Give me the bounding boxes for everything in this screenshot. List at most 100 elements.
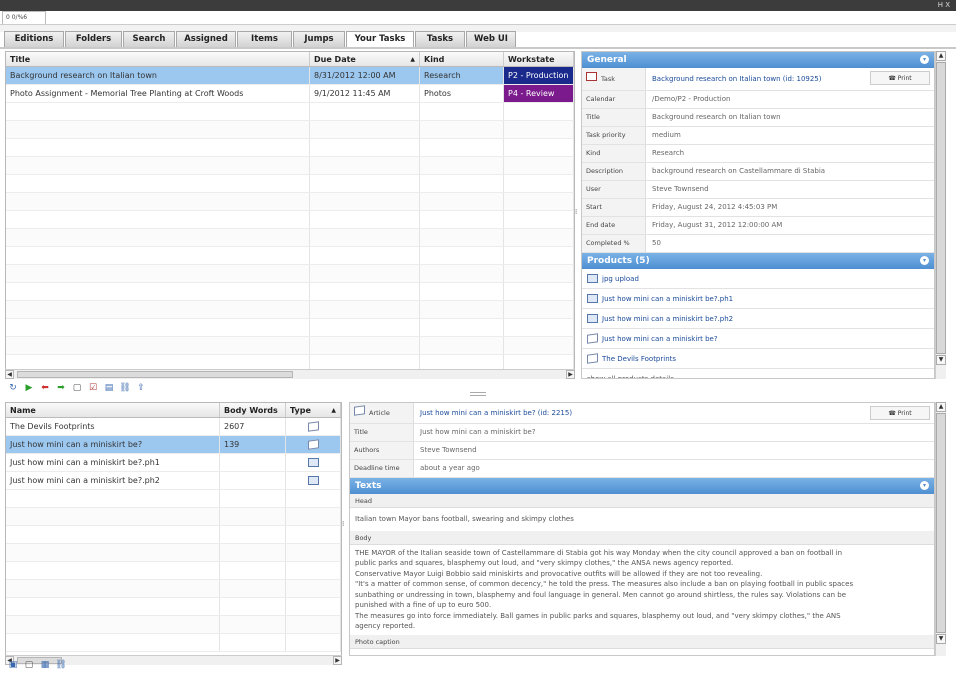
task-due: 8/31/2012 12:00 AM [310,67,420,84]
horizontal-splitter-handle[interactable] [470,392,486,396]
tab-assigned[interactable]: Assigned [176,31,236,47]
tab-jumps[interactable]: Jumps [293,31,345,47]
property-label: Kind [582,145,646,162]
scroll-thumb[interactable] [936,62,946,354]
article-icon [587,353,598,364]
scroll-right-icon[interactable]: ▶ [333,656,342,665]
col-kind[interactable]: Kind [420,52,504,66]
product-item[interactable]: Just how mini can a miniskirt be?.ph2 [582,309,934,329]
table-row[interactable]: Just how mini can a miniskirt be?.ph2 [6,472,341,490]
link-icon[interactable]: ⛓ [55,660,67,671]
texts-header[interactable]: Texts ▾ [350,478,934,494]
tab-your-tasks[interactable]: Your Tasks [346,31,414,48]
image-icon[interactable]: ▦ [39,660,51,671]
task-title: Photo Assignment - Memorial Tree Plantin… [6,85,310,102]
table-row[interactable]: The Devils Footprints 2607 [6,418,341,436]
photo-icon [307,476,319,485]
product-name: Just how mini can a miniskirt be?.ph1 [602,294,734,303]
scroll-up-icon[interactable]: ▲ [936,51,946,61]
tab-search[interactable]: Search [123,31,175,47]
scroll-up-icon[interactable]: ▲ [936,402,946,412]
table-row[interactable]: Just how mini can a miniskirt be?.ph1 [6,454,341,472]
article-value[interactable]: Just how mini can a miniskirt be? (id: 2… [414,403,934,423]
window-controls[interactable]: H X [938,0,950,11]
body-line: The measures go into force immediately. … [355,611,841,620]
item-body-words [220,454,286,471]
product-item[interactable]: The Devils Footprints [582,349,934,369]
app-tab[interactable]: 0 0/%6 [2,11,46,24]
tab-folders[interactable]: Folders [65,31,122,47]
tab-tasks[interactable]: Tasks [415,31,465,47]
product-item[interactable]: Just how mini can a miniskirt be? [582,329,934,349]
property-row: User Steve Townsend [582,181,934,199]
property-label: Deadline time [350,460,414,477]
col-type[interactable]: Type ▲ [286,403,341,417]
article-fields: Title Just how mini can a miniskirt be? Au… [350,424,934,478]
article-vscrollbar[interactable]: ▲ ▼ [935,402,946,656]
new-task-icon[interactable]: ▢ [71,383,83,394]
scroll-down-icon[interactable]: ▼ [936,355,946,365]
item-type-cell [286,418,341,435]
vertical-splitter-handle-2[interactable]: ⁞ [342,520,348,534]
photo-icon [587,274,598,283]
head-label: Head [350,494,934,508]
col-type-label: Type [290,406,311,415]
details-vscrollbar[interactable]: ▲ ▼ [935,51,946,379]
article-row: Article Just how mini can a miniskirt be… [350,403,934,424]
task-workstate: P4 - Review [504,85,574,102]
product-item[interactable]: jpg upload [582,269,934,289]
export-icon[interactable]: ⇪ [135,383,147,394]
general-header[interactable]: General ▾ [582,52,934,68]
body-line: punished with a fine of up to euro 500. [355,601,492,609]
product-item[interactable]: Just how mini can a miniskirt be?.ph1 [582,289,934,309]
product-name: jpg upload [602,274,639,283]
show-all-products-link[interactable]: show all products details [582,369,934,379]
refresh-icon[interactable]: ↻ [7,383,19,394]
tab-items[interactable]: Items [237,31,292,47]
property-label: Title [582,109,646,126]
scroll-thumb[interactable] [936,413,946,633]
print-button[interactable]: ☎ Print [870,406,930,420]
property-value: Research [652,149,685,157]
table-row[interactable]: Just how mini can a miniskirt be? 139 [6,436,341,454]
table-row[interactable]: Background research on Italian town 8/31… [6,67,574,85]
col-name[interactable]: Name [6,403,220,417]
col-title[interactable]: Title [6,52,310,66]
collapse-icon[interactable]: ▾ [920,481,929,490]
collapse-icon[interactable]: ▾ [920,256,929,265]
print-label: Print [897,410,912,417]
print-button[interactable]: ☎ Print [870,71,930,85]
empty-row [6,193,574,211]
link-icon[interactable]: ⛓ [119,383,131,394]
empty-row [6,544,341,562]
new-item-icon[interactable]: ▢ [23,660,35,671]
item-name: Just how mini can a miniskirt be?.ph2 [6,472,220,489]
empty-row [6,211,574,229]
forward-icon[interactable]: ➡ [55,383,67,394]
tab-web-ui[interactable]: Web UI [466,31,516,47]
empty-row [6,283,574,301]
filter-icon[interactable]: ▣ [7,660,19,671]
body-line: Conservative Mayor Luigi Bobbio said min… [355,569,763,578]
property-value: /Demo/P2 - Production [652,95,731,103]
assign-icon[interactable]: ▤ [103,383,115,394]
photo-icon [307,458,319,467]
col-due-date[interactable]: Due Date ▲ [310,52,420,66]
scroll-down-icon[interactable]: ▼ [936,634,946,644]
collapse-icon[interactable]: ▾ [920,55,929,64]
table-row[interactable]: Photo Assignment - Memorial Tree Plantin… [6,85,574,103]
col-workstate[interactable]: Workstate [504,52,574,66]
back-icon[interactable]: ⬅ [39,383,51,394]
edit-task-icon[interactable]: ☑ [87,383,99,394]
tasks-hscrollbar[interactable]: ◀ ▶ [5,369,575,379]
empty-row [6,175,574,193]
play-icon[interactable]: ▶ [23,383,35,394]
col-body-words[interactable]: Body Words [220,403,286,417]
products-header[interactable]: Products (5) ▾ [582,253,934,269]
tab-editions[interactable]: Editions [4,31,64,47]
scroll-left-icon[interactable]: ◀ [5,370,14,379]
scroll-right-icon[interactable]: ▶ [566,370,575,379]
scroll-thumb[interactable] [17,371,293,378]
empty-row [6,229,574,247]
items-grid: Name Body Words Type ▲ The Devils Footpr… [5,402,342,656]
